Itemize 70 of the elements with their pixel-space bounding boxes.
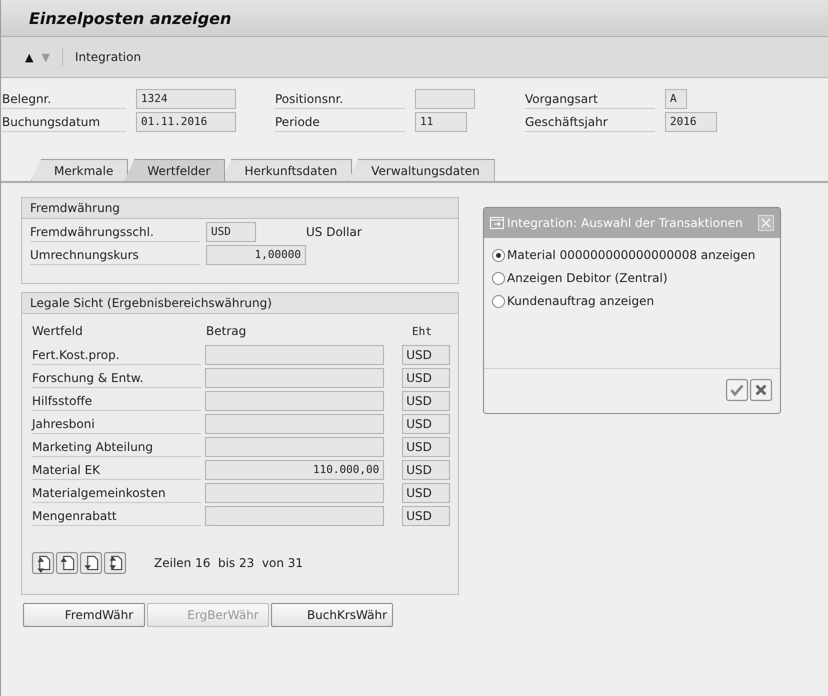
dialog-title: Integration: Auswahl der Transaktionen: [507, 216, 744, 230]
field-label: Positionsnr.: [275, 90, 405, 108]
amount-field[interactable]: [205, 414, 384, 434]
value-field-label: Jahresboni: [32, 414, 202, 434]
integration-button[interactable]: Integration: [74, 50, 142, 64]
tab[interactable]: Verwaltungsdaten: [348, 159, 495, 181]
value-field-label: Hilfsstoffe: [32, 392, 202, 410]
value-field-label: Marketing Abteilung: [32, 438, 202, 456]
input-field[interactable]: 1,00000: [206, 245, 306, 265]
radio-label[interactable]: Material 000000000000000008 anzeigen: [507, 248, 756, 262]
input-field[interactable]: USD: [206, 222, 256, 242]
field-label: Fremdwährungsschl.: [30, 222, 200, 242]
tab[interactable]: Merkmale: [31, 159, 128, 181]
unit-field[interactable]: USD: [402, 345, 450, 365]
column-header: Betrag: [206, 324, 248, 338]
input-field[interactable]: 1324: [136, 89, 236, 109]
radio-button[interactable]: [492, 294, 505, 308]
unit-field[interactable]: USD: [402, 483, 450, 503]
radio-label[interactable]: Anzeigen Debitor (Zentral): [507, 271, 668, 285]
field-label: Belegnr.: [2, 90, 126, 108]
field-label: Periode: [275, 112, 405, 132]
field-label: Umrechnungskurs: [30, 246, 200, 264]
amount-field[interactable]: [205, 483, 384, 503]
field-label: Geschäftsjahr: [525, 112, 655, 132]
cancel-icon[interactable]: [750, 379, 772, 401]
radio-label[interactable]: Kundenauftrag anzeigen: [507, 294, 654, 308]
radio-button[interactable]: [492, 272, 505, 284]
input-field[interactable]: [415, 89, 475, 109]
window-title: Einzelposten anzeigen: [29, 8, 232, 28]
checkmark-icon[interactable]: [726, 379, 748, 401]
unit-field[interactable]: USD: [402, 460, 450, 480]
input-field[interactable]: 2016: [665, 112, 717, 132]
next-page-icon[interactable]: [80, 552, 102, 574]
field-label: Buchungsdatum: [2, 112, 126, 132]
input-field[interactable]: 01.11.2016: [136, 112, 236, 132]
group-title: Fremdwährung: [30, 201, 120, 215]
currency-button[interactable]: FremdWähr: [23, 603, 145, 627]
previous-page-icon[interactable]: [56, 552, 78, 574]
value-field-label: Mengenrabatt: [32, 506, 202, 526]
value-field-label: Materialgemeinkosten: [32, 484, 202, 502]
input-field[interactable]: 11: [415, 112, 467, 132]
value-field-label: Fert.Kost.prop.: [32, 346, 202, 364]
currency-description: US Dollar: [306, 225, 362, 239]
tab[interactable]: Wertfelder: [124, 159, 226, 181]
value-field-label: Forschung & Entw.: [32, 368, 202, 388]
unit-field[interactable]: USD: [402, 414, 450, 434]
radio-button[interactable]: [492, 248, 505, 262]
amount-field[interactable]: [205, 437, 384, 457]
close-icon[interactable]: [758, 215, 774, 231]
group-title: Legale Sicht (Ergebnisbereichswährung): [30, 296, 272, 310]
unit-field[interactable]: USD: [402, 506, 450, 526]
amount-field[interactable]: [205, 506, 384, 526]
amount-field[interactable]: 110.000,00: [205, 460, 384, 480]
column-header: Wertfeld: [32, 323, 84, 340]
amount-field[interactable]: [205, 345, 384, 365]
first-page-icon[interactable]: [32, 552, 54, 574]
field-label: Vorgangsart: [525, 90, 655, 108]
column-header: Eht: [412, 324, 432, 338]
amount-field[interactable]: [205, 368, 384, 388]
popup-window-icon: [490, 217, 504, 229]
unit-field[interactable]: USD: [402, 437, 450, 457]
row-count: Zeilen 16 bis 23 von 31: [154, 556, 304, 570]
currency-button[interactable]: BuchKrsWähr: [271, 603, 393, 627]
value-field-label: Material EK: [32, 460, 202, 480]
unit-field[interactable]: USD: [402, 368, 450, 388]
last-page-icon[interactable]: [104, 552, 126, 574]
input-field[interactable]: A: [665, 89, 687, 109]
amount-field[interactable]: [205, 391, 384, 411]
up-arrow-icon[interactable]: ▲: [25, 50, 34, 64]
unit-field[interactable]: USD: [402, 391, 450, 411]
